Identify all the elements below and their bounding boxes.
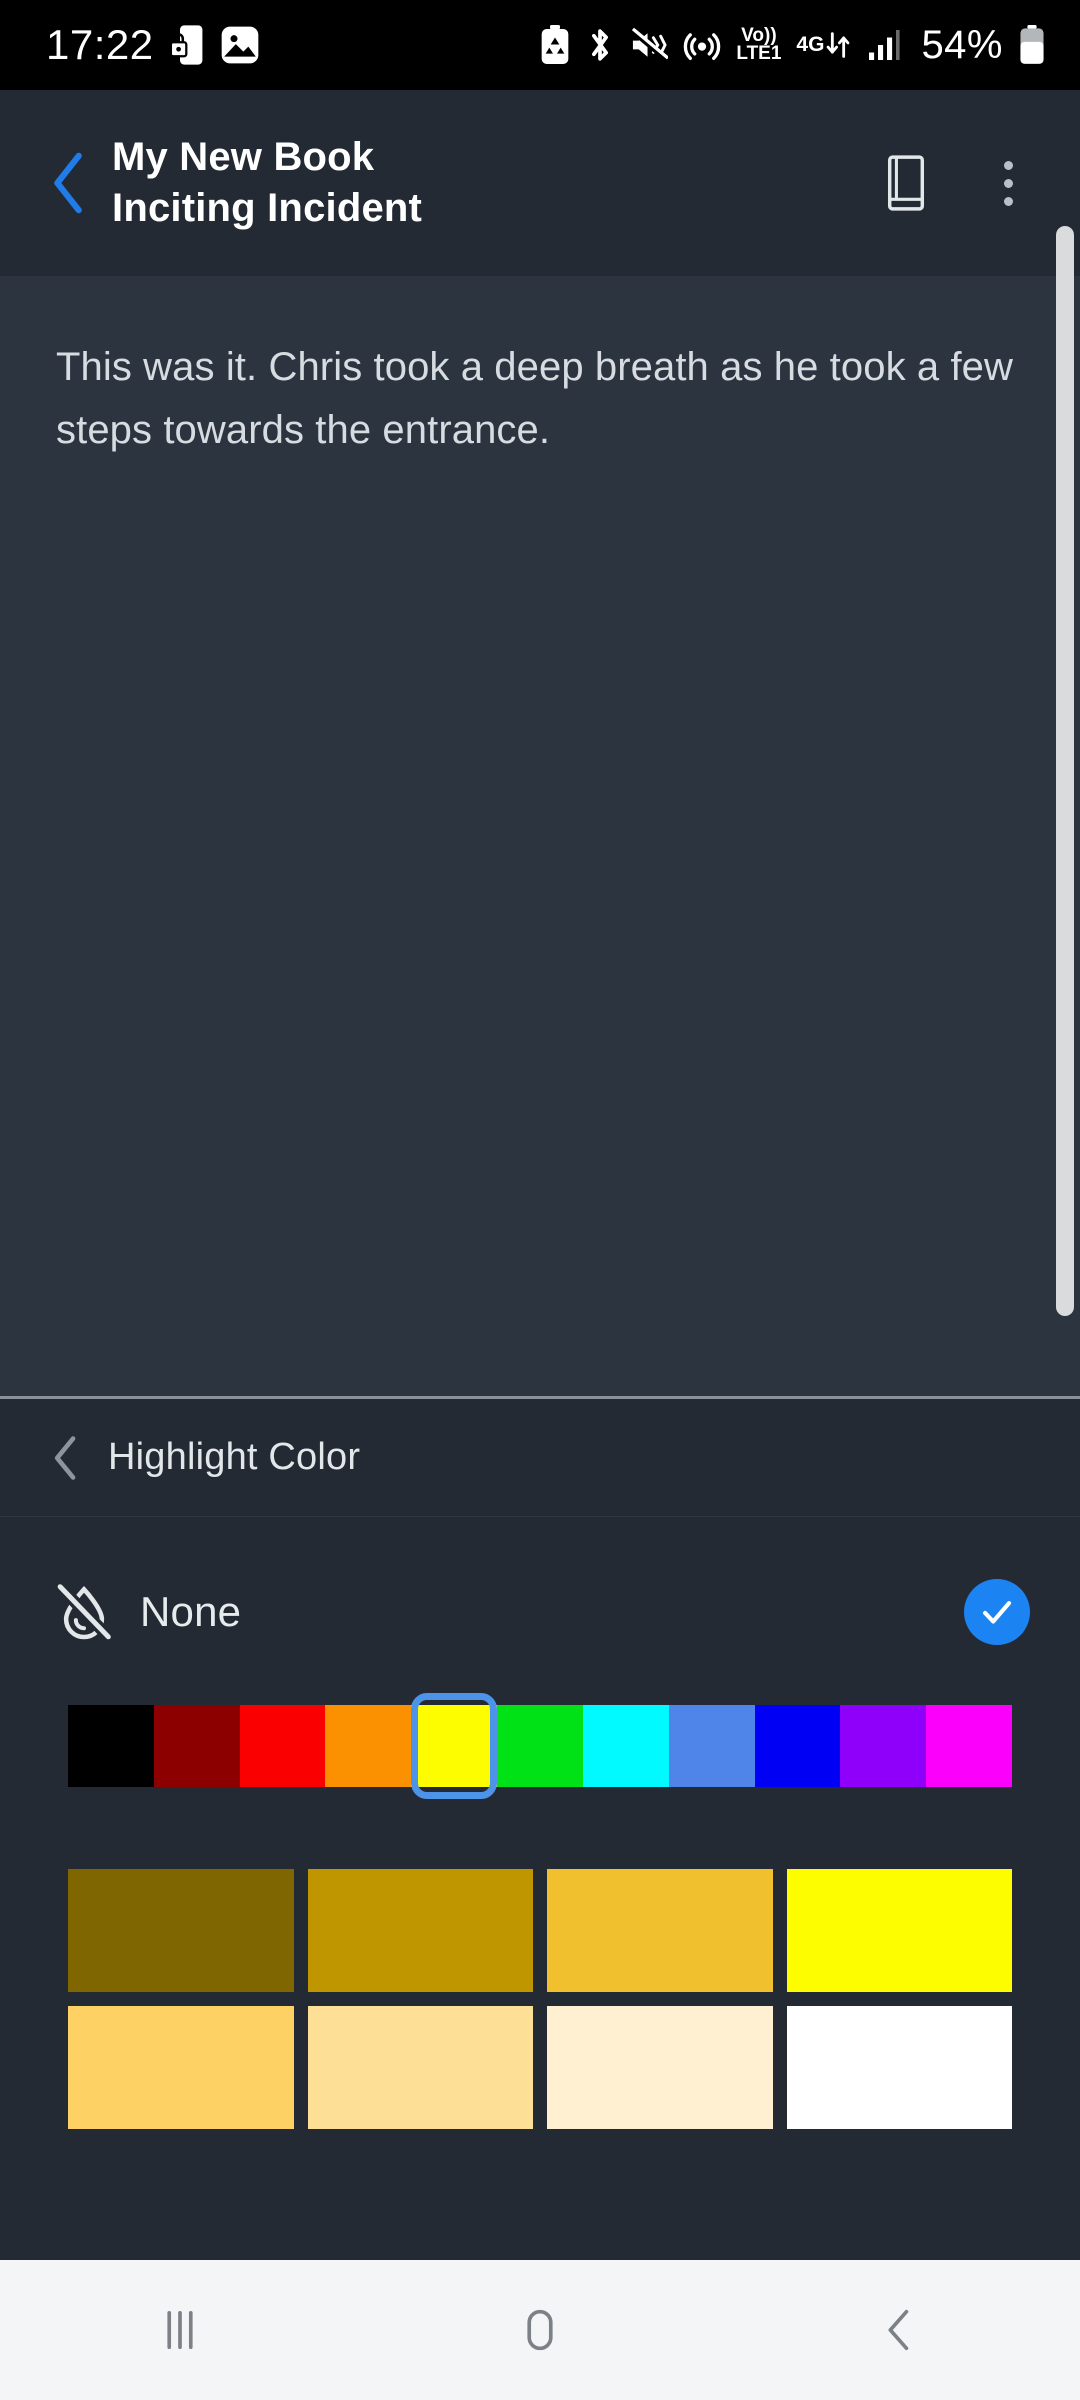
hotspot-icon xyxy=(684,33,721,60)
battery-icon xyxy=(1020,25,1044,64)
hue-swatch-cornflower[interactable] xyxy=(668,1705,755,1787)
shade-swatch-gold[interactable] xyxy=(547,1869,773,1992)
book-title: My New Book xyxy=(112,135,375,180)
hue-swatch-magenta[interactable] xyxy=(926,1705,1012,1787)
hue-swatch-red[interactable] xyxy=(239,1705,326,1787)
hue-swatch-blue[interactable] xyxy=(754,1705,841,1787)
editor-scrollbar[interactable] xyxy=(1056,226,1074,1316)
book-view-button[interactable] xyxy=(870,147,942,219)
highlight-none-option[interactable]: None xyxy=(0,1537,1080,1687)
hue-swatch-yellow[interactable] xyxy=(411,1705,498,1787)
hue-swatch-green[interactable] xyxy=(497,1705,583,1787)
shade-grid xyxy=(68,1869,1012,2129)
chevron-left-icon xyxy=(54,1435,76,1480)
phone-screen: 17:22 Vo)) LTE1 4G 54% My New Book Incit… xyxy=(0,0,1080,2400)
mute-vibrate-icon xyxy=(630,27,669,62)
highlight-none-label: None xyxy=(140,1588,242,1635)
chapter-title: Inciting Incident xyxy=(112,186,423,230)
hue-strip[interactable] xyxy=(68,1705,1012,1787)
battery-saver-icon xyxy=(542,25,569,64)
more-vertical-icon xyxy=(1003,160,1013,206)
hue-swatch-black[interactable] xyxy=(68,1705,154,1787)
chevron-left-icon xyxy=(54,152,82,214)
shade-swatch-pale-gold[interactable] xyxy=(307,2006,533,2129)
hue-swatch-orange[interactable] xyxy=(325,1705,412,1787)
back-chevron-icon xyxy=(888,2309,909,2351)
book-icon xyxy=(887,155,925,211)
nav-recents-button[interactable] xyxy=(0,2302,360,2358)
status-bar-clock: 17:22 xyxy=(46,21,154,68)
check-icon xyxy=(983,1601,1012,1624)
app-bar-actions xyxy=(870,147,1044,219)
app-back-button[interactable] xyxy=(40,152,98,214)
shade-row xyxy=(68,1869,1012,1992)
shade-swatch-white[interactable] xyxy=(786,2006,1012,2129)
system-nav-bar xyxy=(0,2260,1080,2400)
shade-swatch-pure-yellow[interactable] xyxy=(786,1869,1012,1992)
battery-percent-label: 54% xyxy=(921,22,1003,67)
app-bar: My New Book Inciting Incident xyxy=(0,90,1080,276)
shade-swatch-light-gold[interactable] xyxy=(68,2006,294,2129)
highlight-color-panel: Highlight Color None xyxy=(0,1399,1080,2260)
nav-home-button[interactable] xyxy=(360,2302,720,2358)
shade-swatch-dark-olive[interactable] xyxy=(68,1869,294,1992)
chapter-editor[interactable]: This was it. Chris took a deep breath as… xyxy=(0,226,1080,1398)
hue-swatch-violet[interactable] xyxy=(840,1705,927,1787)
network-type-label: 4G xyxy=(796,33,825,57)
chapter-body-text[interactable]: This was it. Chris took a deep breath as… xyxy=(56,336,1024,462)
panel-back-button[interactable] xyxy=(44,1435,88,1481)
hue-swatch-cyan[interactable] xyxy=(582,1705,669,1787)
shade-swatch-cream[interactable] xyxy=(547,2006,773,2129)
volte-indicator: Vo)) LTE1 xyxy=(736,26,782,64)
hue-strip-container xyxy=(68,1693,1012,1799)
gallery-image-icon xyxy=(221,26,258,64)
bluetooth-icon xyxy=(592,29,609,61)
shade-swatch-dark-gold[interactable] xyxy=(307,1869,533,1992)
recents-icon xyxy=(167,2310,193,2350)
overflow-menu-button[interactable] xyxy=(972,147,1044,219)
status-bar: 17:22 Vo)) LTE1 4G 54% xyxy=(0,0,1080,90)
highlight-panel-title: Highlight Color xyxy=(108,1436,361,1478)
volte-bottom-label: LTE1 xyxy=(736,43,782,64)
status-bar-left: 17:22 xyxy=(46,24,260,66)
network-type-indicator: 4G xyxy=(796,28,851,62)
highlight-panel-header[interactable]: Highlight Color xyxy=(0,1399,1080,1517)
signal-bars-icon xyxy=(869,30,901,60)
status-bar-right: Vo)) LTE1 4G 54% xyxy=(540,23,1046,68)
nav-back-button[interactable] xyxy=(720,2302,1080,2358)
data-transfer-arrows-icon xyxy=(827,32,850,58)
hue-swatch-dark-red[interactable] xyxy=(153,1705,240,1787)
highlight-off-icon xyxy=(50,1578,118,1646)
home-icon xyxy=(527,2309,553,2351)
phone-lock-icon xyxy=(169,25,203,65)
highlight-none-check[interactable] xyxy=(964,1579,1030,1645)
app-bar-titles: My New Book Inciting Incident xyxy=(112,135,422,231)
shade-row xyxy=(68,2006,1012,2129)
